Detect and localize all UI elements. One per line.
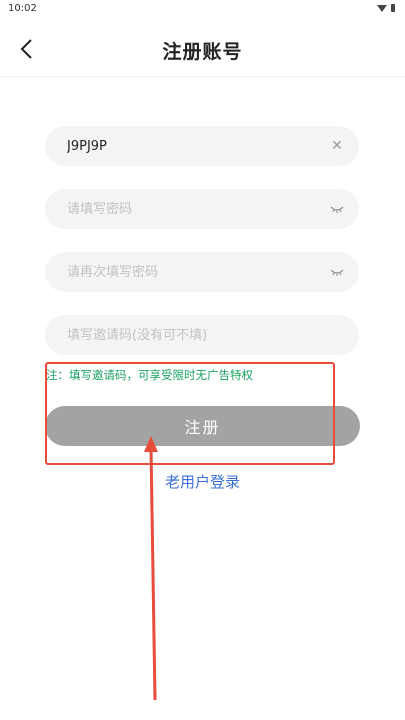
annotation-arrow [144, 436, 158, 701]
